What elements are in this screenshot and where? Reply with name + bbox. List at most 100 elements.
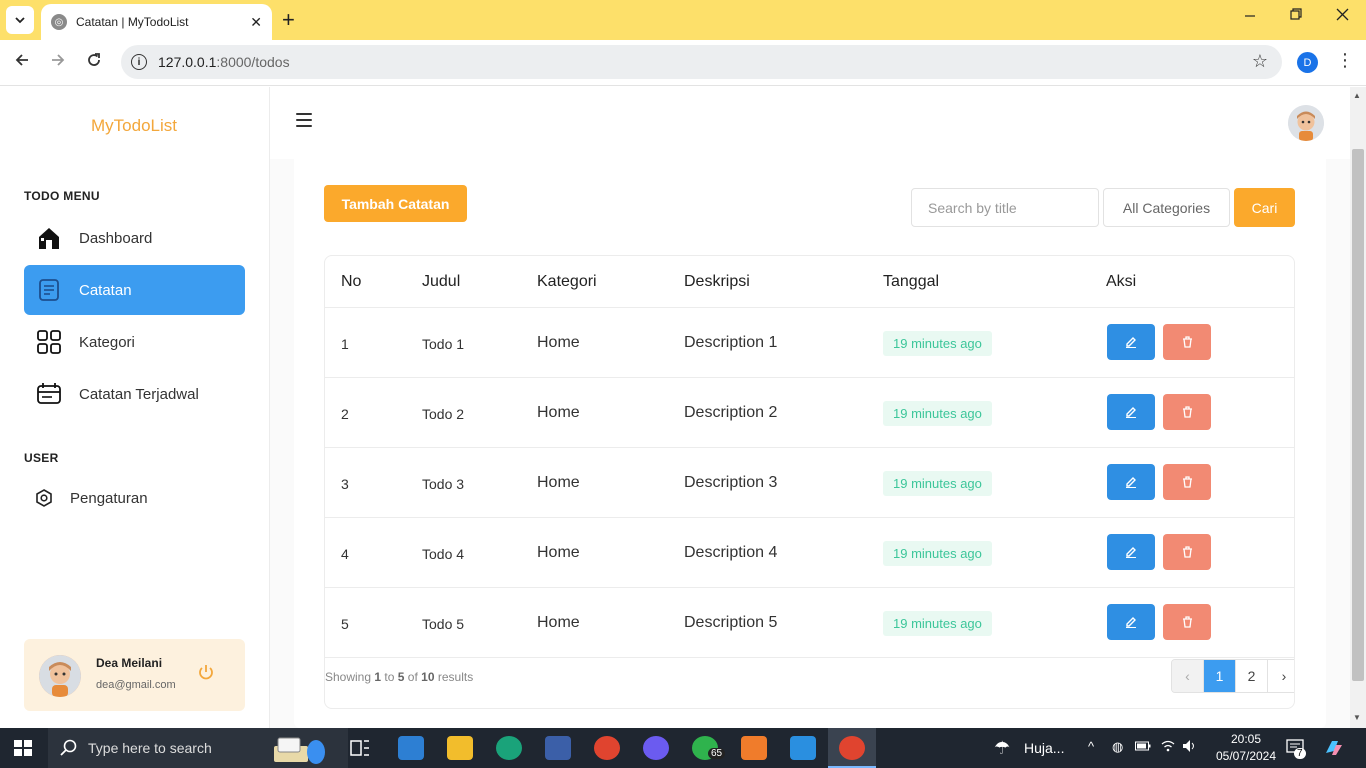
site-info-icon[interactable]: i (131, 54, 147, 70)
app-shortcut-icon[interactable] (545, 736, 571, 760)
minimize-window-button[interactable] (1244, 8, 1256, 26)
edit-button[interactable] (1107, 534, 1155, 570)
search-input[interactable] (911, 188, 1099, 227)
wifi-icon[interactable] (1160, 739, 1176, 756)
reload-button[interactable] (84, 52, 104, 73)
clock-time[interactable]: 20:05 (1222, 732, 1270, 746)
showing-total: 10 (421, 670, 435, 684)
sidebar-item-label: Dashboard (79, 229, 153, 247)
column-header-judul: Judul (422, 273, 461, 290)
page-button[interactable]: 2 (1236, 660, 1268, 692)
new-tab-button[interactable]: + (282, 8, 295, 32)
browser-menu-icon[interactable]: ⋮ (1336, 50, 1354, 71)
prev-page-button[interactable]: ‹ (1172, 660, 1204, 692)
taskbar-search-placeholder: Type here to search (88, 740, 212, 756)
trash-icon (1182, 546, 1192, 558)
arrow-left-icon (15, 54, 28, 66)
delete-button[interactable] (1163, 394, 1211, 430)
page-scrollbar[interactable]: ▲ ▼ (1350, 87, 1366, 728)
discord-icon[interactable] (643, 736, 669, 760)
showing-suffix: results (437, 670, 474, 684)
xampp-icon[interactable] (741, 736, 767, 760)
category-select[interactable]: All Categories (1103, 188, 1230, 227)
header-avatar[interactable] (1288, 105, 1324, 141)
vscode-icon[interactable] (790, 736, 816, 760)
active-chrome-taskbar-button[interactable] (828, 728, 876, 768)
delete-button[interactable] (1163, 324, 1211, 360)
row-no: 5 (341, 616, 349, 632)
brand-logo[interactable]: MyTodoList (0, 116, 268, 136)
edit-button[interactable] (1107, 464, 1155, 500)
row-title: Todo 2 (422, 406, 465, 422)
mail-app-icon[interactable] (398, 736, 424, 760)
profile-button[interactable]: D (1297, 52, 1318, 73)
column-header-aksi: Aksi (1106, 273, 1137, 290)
trash-icon (1182, 616, 1192, 628)
edit-icon (1126, 337, 1136, 348)
table-row: 4 Todo 4 Home Description 4 19 minutes a… (325, 518, 1294, 588)
taskbar-search[interactable]: Type here to search (48, 728, 348, 768)
edit-button[interactable] (1107, 324, 1155, 360)
edit-button[interactable] (1107, 394, 1155, 430)
page-button[interactable]: 1 (1204, 660, 1236, 692)
sidebar-item-pengaturan[interactable]: Pengaturan (24, 473, 245, 523)
row-description: Description 3 (684, 474, 778, 491)
row-category: Home (537, 404, 580, 421)
row-title: Todo 3 (422, 476, 465, 492)
table-row: 3 Todo 3 Home Description 3 19 minutes a… (325, 448, 1294, 518)
sidebar-item-catatan[interactable]: Catatan (24, 265, 245, 315)
back-button[interactable] (12, 52, 32, 73)
user-avatar (39, 655, 81, 697)
search-button[interactable]: Cari (1234, 188, 1295, 227)
add-note-button[interactable]: Tambah Catatan (324, 185, 467, 222)
forward-button[interactable] (48, 52, 68, 73)
whatsapp-unread-badge: 65 (708, 748, 726, 759)
browser-tab[interactable]: ◎ Catatan | MyTodoList ✕ (41, 4, 272, 40)
weather-text[interactable]: Huja... (1024, 740, 1064, 756)
close-window-button[interactable] (1336, 8, 1349, 26)
scroll-up-icon[interactable]: ▲ (1353, 91, 1361, 100)
windows-start-icon[interactable] (14, 740, 32, 756)
trash-icon (1182, 476, 1192, 488)
chrome-icon[interactable] (594, 736, 620, 760)
row-category: Home (537, 474, 580, 491)
weather-umbrella-icon[interactable]: ☂ (994, 738, 1010, 759)
tab-search-button[interactable] (6, 6, 34, 34)
home-icon (36, 225, 62, 251)
row-category: Home (537, 544, 580, 561)
settings-icon (34, 485, 54, 511)
copilot-icon[interactable] (1322, 737, 1344, 762)
row-description: Description 4 (684, 544, 778, 561)
trash-icon (1182, 336, 1192, 348)
scroll-thumb[interactable] (1352, 149, 1364, 681)
tray-meet-icon[interactable]: ◍ (1112, 739, 1123, 755)
logout-power-icon[interactable] (197, 663, 215, 681)
browser-toolbar: i 127.0.0.1:8000/todos ☆ D ⋮ (0, 40, 1366, 86)
delete-button[interactable] (1163, 534, 1211, 570)
search-highlight-illustration-icon (270, 734, 330, 764)
delete-button[interactable] (1163, 604, 1211, 640)
user-email: dea@gmail.com (96, 679, 176, 691)
edit-button[interactable] (1107, 604, 1155, 640)
hamburger-menu-icon[interactable] (296, 113, 312, 127)
row-category: Home (537, 334, 580, 351)
tray-chevron-up-icon[interactable]: ^ (1088, 739, 1094, 754)
close-tab-icon[interactable]: ✕ (250, 14, 262, 31)
sidebar-item-kategori[interactable]: Kategori (24, 317, 245, 367)
task-view-icon[interactable] (349, 738, 375, 762)
clock-date[interactable]: 05/07/2024 (1208, 749, 1284, 763)
volume-icon[interactable] (1182, 739, 1198, 756)
scroll-down-icon[interactable]: ▼ (1353, 713, 1361, 722)
bookmark-star-icon[interactable]: ☆ (1252, 51, 1268, 72)
address-bar[interactable]: i 127.0.0.1:8000/todos ☆ (121, 45, 1282, 79)
battery-icon[interactable] (1135, 740, 1151, 755)
file-explorer-icon[interactable] (447, 736, 473, 760)
delete-button[interactable] (1163, 464, 1211, 500)
sidebar-item-dashboard[interactable]: Dashboard (24, 213, 245, 263)
restore-window-button[interactable] (1290, 8, 1303, 26)
next-page-button[interactable]: › (1268, 660, 1294, 692)
row-date-badge: 19 minutes ago (883, 471, 992, 496)
sidebar-item-catatan-terjadwal[interactable]: Catatan Terjadwal (24, 369, 245, 419)
edit-icon (1126, 477, 1136, 488)
edge-browser-icon[interactable] (496, 736, 522, 760)
